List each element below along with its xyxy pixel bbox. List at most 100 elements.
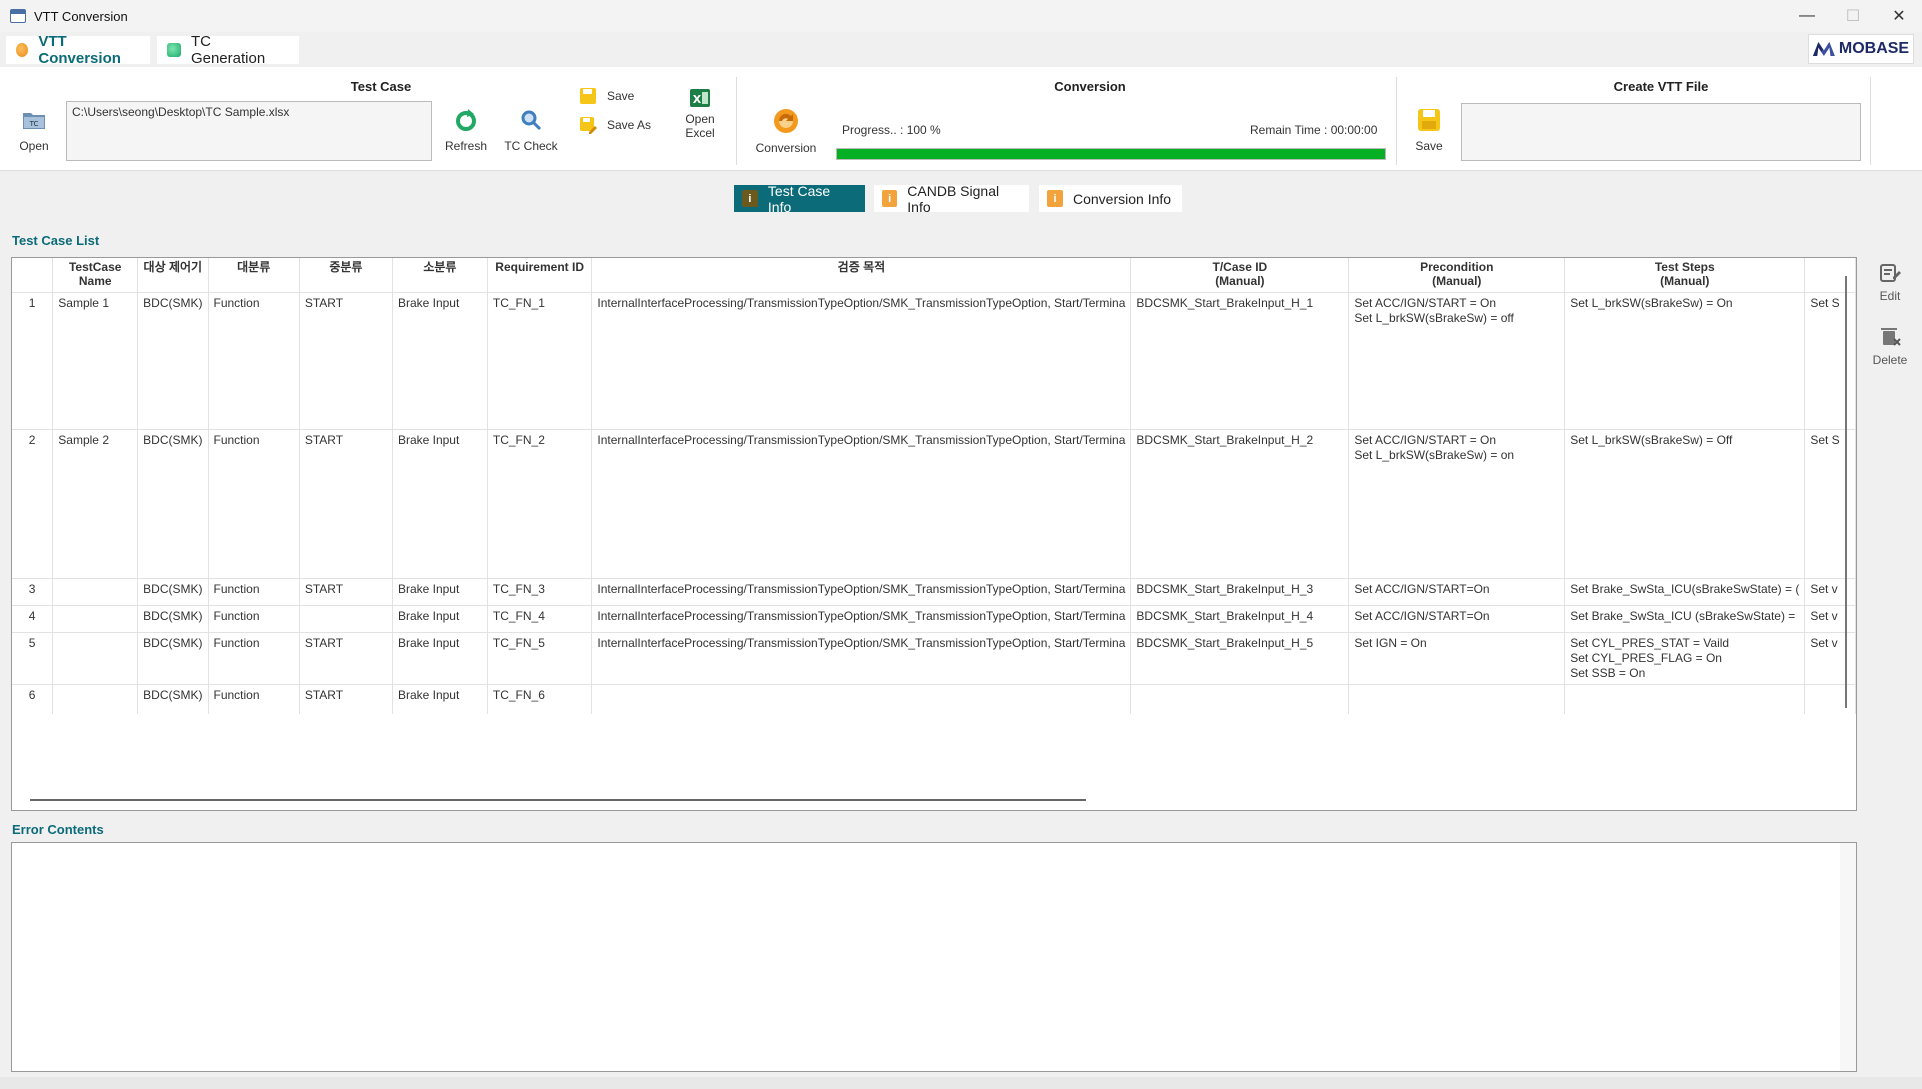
column-header[interactable]: 검증 목적 — [591, 258, 1132, 292]
cell-no[interactable]: 5 — [12, 631, 54, 684]
cell-name[interactable] — [52, 683, 139, 714]
open-button[interactable]: TC Open — [14, 107, 54, 153]
cell-purpose[interactable]: InternalInterfaceProcessing/Transmission… — [591, 291, 1132, 429]
cell-extra[interactable]: Set S — [1804, 428, 1856, 578]
save-as-button[interactable]: Save As — [579, 116, 651, 134]
cell-mid[interactable]: START — [299, 683, 393, 714]
cell-mid[interactable]: START — [299, 577, 393, 605]
cell-target[interactable]: BDC(SMK) — [137, 291, 209, 429]
cell-major[interactable]: Function — [208, 631, 300, 684]
cell-target[interactable]: BDC(SMK) — [137, 604, 209, 632]
cell-minor[interactable]: Brake Input — [392, 604, 488, 632]
cell-no[interactable]: 6 — [12, 683, 54, 714]
tab-test-case-info[interactable]: i Test Case Info — [734, 183, 865, 215]
cell-no[interactable]: 2 — [12, 428, 54, 578]
column-header[interactable]: 중분류 — [299, 258, 393, 292]
table-row[interactable]: 3 BDC(SMK) Function START Brake Input TC_FN_3… — [12, 577, 1856, 605]
cell-steps[interactable]: Set L_brkSW(sBrakeSw) = On — [1564, 291, 1806, 429]
cell-tc-id[interactable]: BDCSMK_Start_BrakeInput_H_1 — [1130, 291, 1350, 429]
tc-check-button[interactable]: TC Check — [500, 107, 562, 153]
table-row[interactable]: 6 BDC(SMK) Function START Brake Input TC_FN_6 — [12, 683, 1856, 714]
column-header[interactable]: TestCase Name — [52, 258, 139, 292]
cell-mid[interactable]: START — [299, 291, 393, 429]
tab-candb-signal-info[interactable]: i CANDB Signal Info — [874, 183, 1029, 215]
cell-minor[interactable]: Brake Input — [392, 428, 488, 578]
cell-name[interactable]: Sample 2 — [52, 428, 139, 578]
cell-precondition[interactable]: Set ACC/IGN/START = On Set L_brkSW(sBrak… — [1348, 428, 1566, 578]
tab-vtt-conversion[interactable]: VTT Conversion — [6, 33, 150, 67]
minimize-button[interactable]: — — [1784, 0, 1830, 32]
cell-minor[interactable]: Brake Input — [392, 577, 488, 605]
cell-steps[interactable]: Set Brake_SwSta_ICU (sBrakeSwState) = — [1564, 604, 1806, 632]
test-case-table[interactable]: TestCase Name 대상 제어기 대분류 중분류 소분류 Requirement … — [11, 257, 1857, 811]
cell-req-id[interactable]: TC_FN_1 — [487, 291, 593, 429]
cell-req-id[interactable]: TC_FN_4 — [487, 604, 593, 632]
cell-mid[interactable] — [299, 604, 393, 632]
cell-target[interactable]: BDC(SMK) — [137, 577, 209, 605]
cell-tc-id[interactable]: BDCSMK_Start_BrakeInput_H_2 — [1130, 428, 1350, 578]
column-header[interactable]: 소분류 — [392, 258, 488, 292]
column-header[interactable]: Precondition (Manual) — [1348, 258, 1566, 292]
error-contents-box[interactable] — [11, 842, 1857, 1072]
error-scrollbar[interactable] — [1840, 843, 1856, 1071]
cell-steps[interactable] — [1564, 683, 1806, 714]
cell-mid[interactable]: START — [299, 631, 393, 684]
cell-req-id[interactable]: TC_FN_3 — [487, 577, 593, 605]
cell-major[interactable]: Function — [208, 683, 300, 714]
cell-req-id[interactable]: TC_FN_6 — [487, 683, 593, 714]
table-row[interactable]: 5 BDC(SMK) Function START Brake Input TC_FN_5… — [12, 631, 1856, 684]
save-vtt-button[interactable]: Save — [1411, 107, 1447, 153]
cell-no[interactable]: 3 — [12, 577, 54, 605]
edit-button[interactable]: Edit — [1860, 261, 1920, 303]
cell-req-id[interactable]: TC_FN_2 — [487, 428, 593, 578]
cell-extra[interactable] — [1804, 683, 1856, 714]
vtt-file-output-field[interactable] — [1461, 103, 1861, 161]
tab-tc-generation[interactable]: TC Generation — [157, 33, 299, 67]
conversion-button[interactable]: Conversion — [752, 107, 820, 155]
cell-major[interactable]: Function — [208, 428, 300, 578]
cell-extra[interactable]: Set v — [1804, 604, 1856, 632]
maximize-button[interactable]: ☐ — [1830, 0, 1876, 32]
delete-button[interactable]: Delete — [1860, 325, 1920, 367]
cell-purpose[interactable]: InternalInterfaceProcessing/Transmission… — [591, 604, 1132, 632]
vertical-scrollbar[interactable] — [1845, 276, 1847, 708]
cell-minor[interactable]: Brake Input — [392, 291, 488, 429]
cell-purpose[interactable]: InternalInterfaceProcessing/Transmission… — [591, 631, 1132, 684]
table-row[interactable]: 2 Sample 2 BDC(SMK) Function START Brake Inpu… — [12, 428, 1856, 578]
column-header[interactable] — [1804, 258, 1856, 292]
cell-tc-id[interactable] — [1130, 683, 1350, 714]
cell-precondition[interactable] — [1348, 683, 1566, 714]
tab-conversion-info[interactable]: i Conversion Info — [1039, 185, 1182, 212]
cell-precondition[interactable]: Set IGN = On — [1348, 631, 1566, 684]
cell-minor[interactable]: Brake Input — [392, 683, 488, 714]
close-button[interactable]: ✕ — [1876, 0, 1922, 32]
refresh-button[interactable]: Refresh — [441, 107, 491, 153]
column-header[interactable]: 대상 제어기 — [137, 258, 209, 292]
cell-target[interactable]: BDC(SMK) — [137, 428, 209, 578]
cell-precondition[interactable]: Set ACC/IGN/START=On — [1348, 577, 1566, 605]
save-test-case-button[interactable]: Save — [579, 87, 634, 105]
cell-tc-id[interactable]: BDCSMK_Start_BrakeInput_H_5 — [1130, 631, 1350, 684]
cell-no[interactable]: 4 — [12, 604, 54, 632]
cell-precondition[interactable]: Set ACC/IGN/START = On Set L_brkSW(sBrak… — [1348, 291, 1566, 429]
cell-target[interactable]: BDC(SMK) — [137, 631, 209, 684]
cell-target[interactable]: BDC(SMK) — [137, 683, 209, 714]
cell-major[interactable]: Function — [208, 604, 300, 632]
cell-req-id[interactable]: TC_FN_5 — [487, 631, 593, 684]
cell-no[interactable]: 1 — [12, 291, 54, 429]
cell-purpose[interactable] — [591, 683, 1132, 714]
table-row[interactable]: 4 BDC(SMK) Function Brake Input TC_FN_4 Inter… — [12, 604, 1856, 632]
cell-steps[interactable]: Set L_brkSW(sBrakeSw) = Off — [1564, 428, 1806, 578]
cell-purpose[interactable]: InternalInterfaceProcessing/Transmission… — [591, 428, 1132, 578]
table-row[interactable]: 1 Sample 1 BDC(SMK) Function START Brake Inpu… — [12, 291, 1856, 429]
cell-minor[interactable]: Brake Input — [392, 631, 488, 684]
column-header[interactable] — [12, 258, 54, 292]
cell-name[interactable] — [52, 631, 139, 684]
column-header[interactable]: Requirement ID — [487, 258, 593, 292]
cell-purpose[interactable]: InternalInterfaceProcessing/Transmission… — [591, 577, 1132, 605]
column-header[interactable]: Test Steps (Manual) — [1564, 258, 1806, 292]
cell-extra[interactable]: Set v — [1804, 577, 1856, 605]
column-header[interactable]: T/Case ID (Manual) — [1130, 258, 1350, 292]
test-case-path-field[interactable]: C:\Users\seong\Desktop\TC Sample.xlsx — [66, 101, 432, 161]
cell-precondition[interactable]: Set ACC/IGN/START=On — [1348, 604, 1566, 632]
